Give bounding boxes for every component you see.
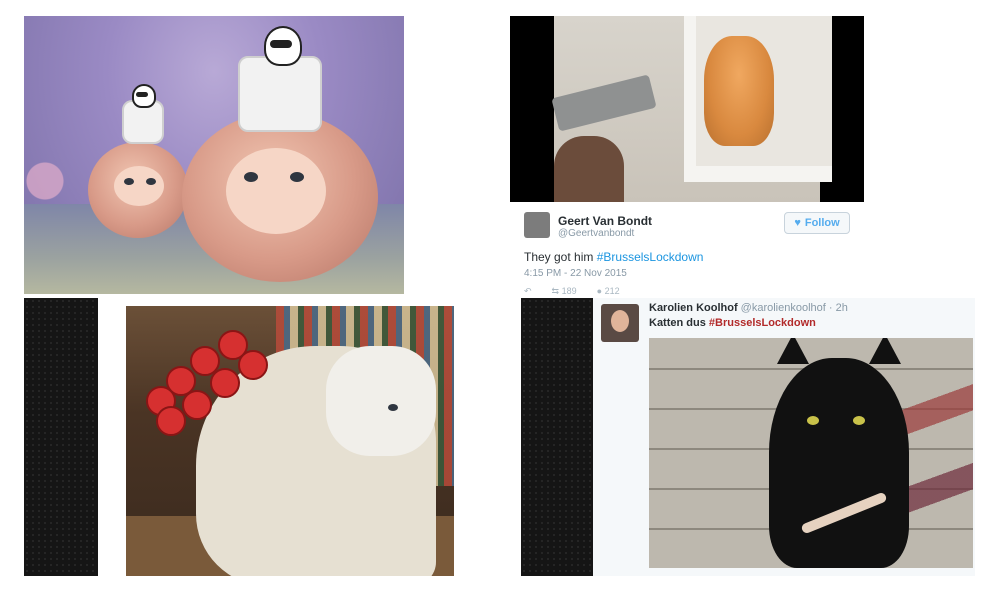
cat-right <box>182 112 378 282</box>
hashtag-link[interactable]: #BrusselsLockdown <box>597 250 704 264</box>
kitten-hands-up <box>704 36 774 146</box>
tweet-card-kitten: Geert Van Bondt @Geertvanbondt ♥ Follow … <box>510 16 864 294</box>
video-letterbox-left <box>24 298 98 576</box>
like-button[interactable]: ● 212 <box>597 286 620 294</box>
dynamite-8 <box>238 350 268 380</box>
black-cat <box>769 338 909 568</box>
photo-cats-stormtroopers <box>24 16 404 294</box>
dynamite-7 <box>210 368 240 398</box>
tweet-header: Karolien Koolhof @karolienkoolhof · 2h <box>649 302 848 314</box>
tweet-media-photo[interactable] <box>649 338 973 568</box>
photo-cat-costume <box>126 306 454 576</box>
retweet-count: 189 <box>561 286 577 294</box>
retweet-button[interactable]: ⇆ 189 <box>552 286 577 294</box>
tweet-timestamp[interactable]: 4:15 PM - 22 Nov 2015 <box>524 268 627 279</box>
follow-button[interactable]: ♥ Follow <box>784 212 850 234</box>
reply-icon[interactable]: ↶ <box>524 286 532 294</box>
dynamite-5 <box>156 406 186 436</box>
user-avatar[interactable] <box>524 212 550 238</box>
hand <box>554 136 624 202</box>
gun <box>551 74 657 132</box>
dynamite-6 <box>182 390 212 420</box>
video-scene <box>551 16 832 202</box>
bird-icon: ♥ <box>794 217 801 229</box>
tweet-age[interactable]: 2h <box>836 302 848 314</box>
tweet-text-body: Katten dus <box>649 317 706 329</box>
stormtrooper-left <box>122 84 164 144</box>
tweet-author-name[interactable]: Karolien Koolhof <box>649 302 738 314</box>
user-avatar[interactable] <box>601 304 639 342</box>
tweet-author-handle[interactable]: @karolienkoolhof <box>741 302 826 314</box>
tweet-text: They got him #BrusselsLockdown <box>524 250 703 264</box>
cat-left <box>88 142 188 238</box>
video-letterbox-right <box>521 298 593 576</box>
tweet-author-handle[interactable]: @Geertvanbondt <box>558 228 634 239</box>
like-count: 212 <box>604 286 620 294</box>
tweet-text: Katten dus #BrusselsLockdown <box>649 317 816 329</box>
tweet-actions: ↶ ⇆ 189 ● 212 <box>524 286 620 294</box>
tweet-card-black-cat: Karolien Koolhof @karolienkoolhof · 2h K… <box>593 298 975 576</box>
tweet-media-video[interactable] <box>510 16 864 202</box>
hashtag-link[interactable]: #BrusselsLockdown <box>709 317 816 329</box>
cat-head <box>326 346 436 456</box>
tweet-author-name[interactable]: Geert Van Bondt <box>558 214 652 228</box>
stormtrooper-right <box>238 26 322 132</box>
follow-label: Follow <box>804 217 840 229</box>
tweet-text-body: They got him <box>524 250 594 264</box>
